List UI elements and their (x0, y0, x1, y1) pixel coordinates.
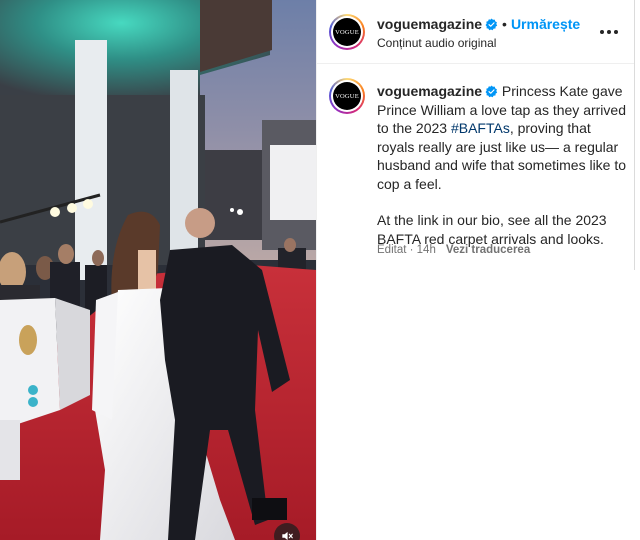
post-meta: Editat · 14h Vezi traducerea (377, 244, 531, 256)
see-translation-link[interactable]: Vezi traducerea (446, 244, 530, 256)
profile-avatar[interactable]: VOGUE (329, 14, 365, 50)
caption-username-link[interactable]: voguemagazine (377, 83, 482, 99)
more-options-icon[interactable] (595, 22, 623, 42)
post-time[interactable]: 14h (417, 244, 436, 256)
post-video[interactable] (0, 0, 316, 540)
video-frame (0, 0, 316, 540)
post-header: VOGUE voguemagazine • Urmărește Conținut a… (317, 0, 635, 64)
edited-label: Editat (377, 244, 407, 256)
muted-speaker-icon (282, 531, 293, 540)
audio-link[interactable]: Conținut audio original (377, 36, 496, 50)
separator-dot: • (502, 16, 507, 32)
follow-button[interactable]: Urmărește (511, 16, 580, 32)
caption-avatar[interactable]: VOGUE (329, 78, 365, 114)
avatar-logo: VOGUE (333, 18, 361, 46)
username-link[interactable]: voguemagazine (377, 16, 482, 32)
caption-text: voguemagazine Princess Kate gave Prince … (377, 82, 629, 266)
caption-paragraph-2: At the link in our bio, see all the 2023… (377, 212, 607, 247)
verified-badge-icon (485, 84, 498, 98)
avatar-logo: VOGUE (333, 82, 361, 110)
post-sidebar: VOGUE voguemagazine • Urmărește Conținut a… (316, 0, 635, 540)
verified-badge-icon (485, 18, 498, 31)
window-edge (634, 0, 640, 540)
hashtag-link[interactable]: #BAFTAs (451, 120, 510, 136)
